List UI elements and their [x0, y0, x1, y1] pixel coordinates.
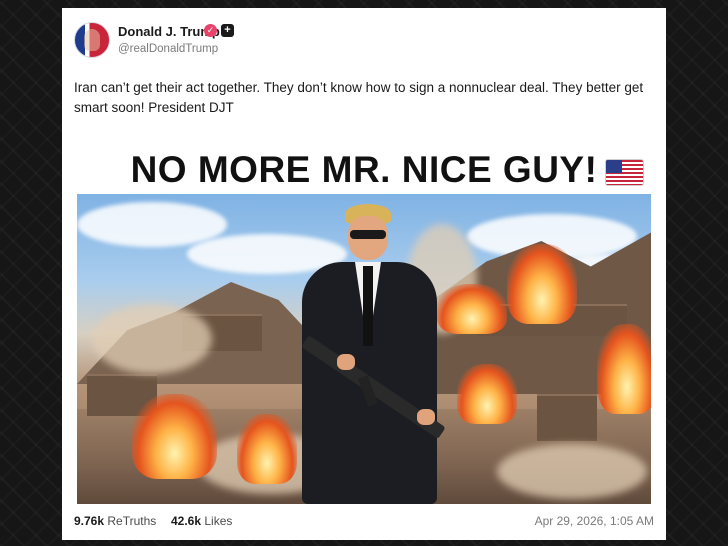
explosion: [507, 244, 577, 324]
likes-stat[interactable]: 42.6k Likes: [171, 514, 232, 528]
flag-canton: [606, 160, 622, 173]
explosion: [597, 324, 651, 414]
hand: [337, 354, 355, 370]
verified-badge-icon: ✓: [204, 24, 217, 37]
battle-scene: [77, 194, 651, 504]
dust-cloud: [497, 444, 647, 499]
us-flag-icon: [605, 159, 644, 186]
dust-cloud: [92, 304, 212, 374]
post-footer: 9.76k ReTruths 42.6k Likes Apr 29, 2026,…: [74, 514, 654, 532]
explosion: [132, 394, 217, 479]
retruths-label: ReTruths: [107, 514, 157, 528]
retruths-count: 9.76k: [74, 514, 105, 528]
post-card: Donald J. Trump ✓ + @realDonaldTrump Ira…: [62, 8, 666, 540]
sunglasses: [350, 230, 386, 239]
avatar[interactable]: [74, 22, 110, 58]
tie: [363, 266, 373, 346]
likes-label: Likes: [204, 514, 233, 528]
plus-icon[interactable]: +: [221, 24, 234, 37]
suited-man-figure: [267, 204, 467, 504]
likes-count: 42.6k: [171, 514, 202, 528]
author-handle[interactable]: @realDonaldTrump: [118, 43, 218, 55]
post-timestamp[interactable]: Apr 29, 2026, 1:05 AM: [535, 514, 654, 528]
building: [537, 394, 597, 441]
image-headline: NO MORE MR. NICE GUY!: [130, 149, 598, 190]
retruths-stat[interactable]: 9.76k ReTruths: [74, 514, 156, 528]
post-text: Iran can’t get their act together. They …: [74, 80, 644, 115]
post-image[interactable]: NO MORE MR. NICE GUY!: [74, 143, 654, 504]
avatar-face: [84, 29, 100, 51]
hand: [417, 409, 435, 425]
